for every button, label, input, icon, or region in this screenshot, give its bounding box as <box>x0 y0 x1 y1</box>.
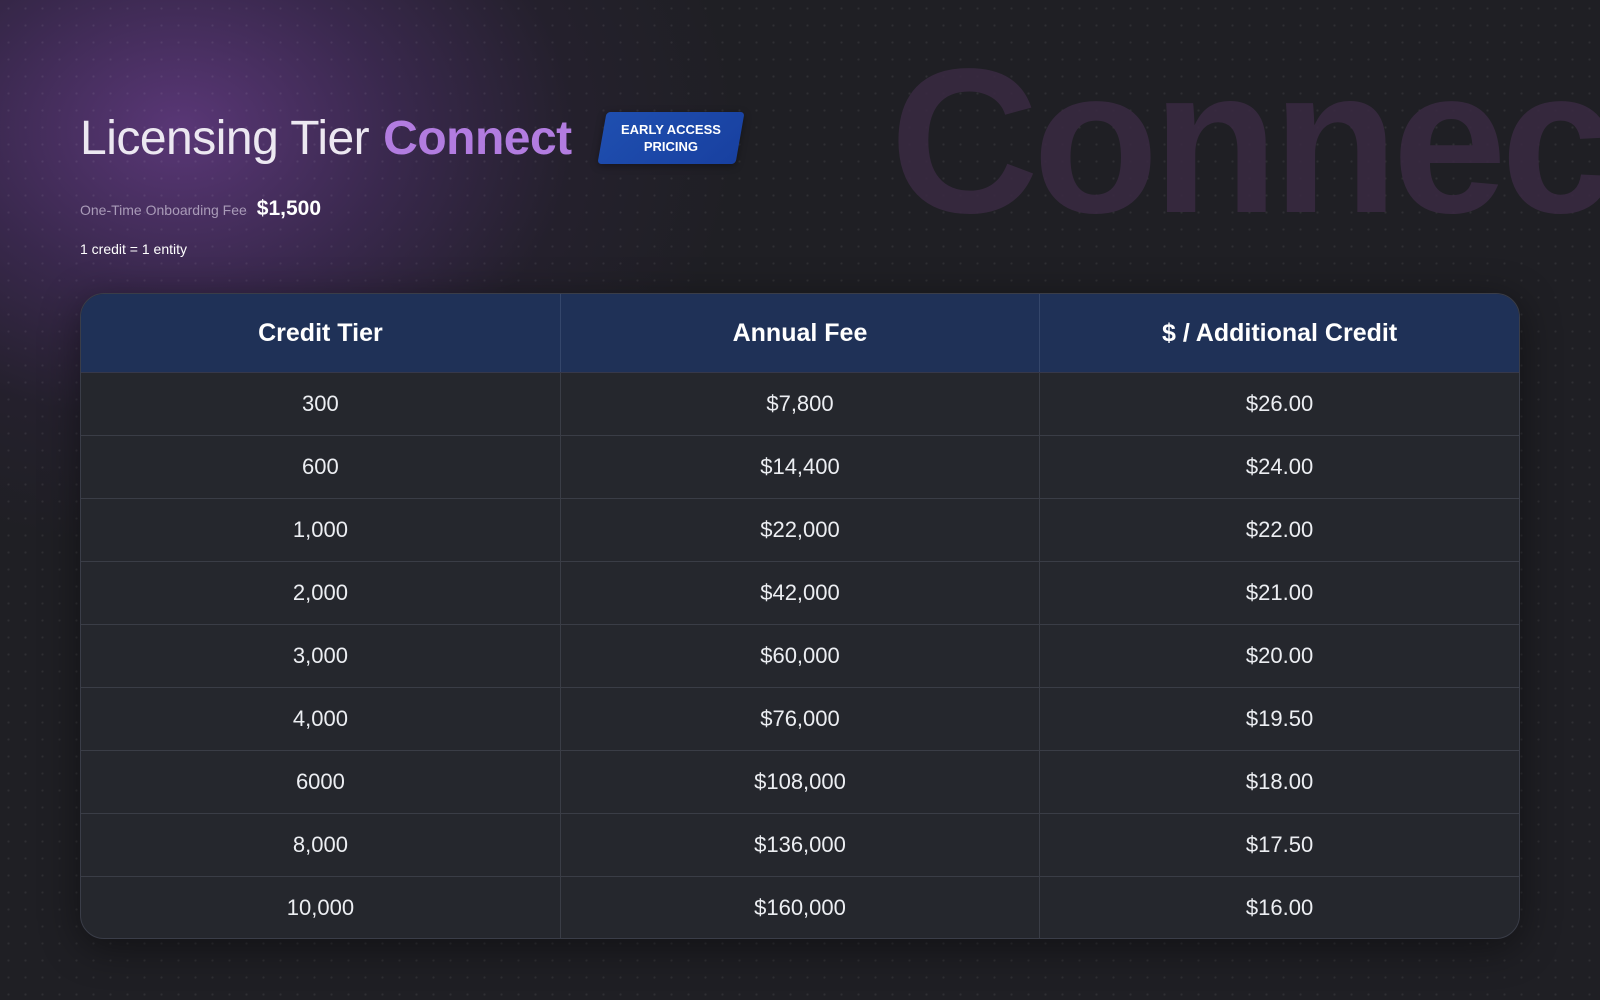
credit-note: 1 credit = 1 entity <box>80 241 188 257</box>
cell-credit-tier: 8,000 <box>81 813 561 877</box>
cell-additional-credit: $18.00 <box>1039 750 1519 814</box>
badge-label: Early Access Pricing <box>621 121 721 155</box>
pricing-table: Credit Tier Annual Fee $ / Additional Cr… <box>81 294 1519 938</box>
cell-additional-credit: $16.00 <box>1039 876 1519 938</box>
table-row: 10,000 $160,000 $16.00 <box>81 876 1519 938</box>
cell-additional-credit: $21.00 <box>1039 561 1519 625</box>
onboarding-fee-value: $1,500 <box>256 197 322 220</box>
cell-annual-fee: $7,800 <box>559 372 1040 436</box>
table-row: 300 $7,800 $26.00 <box>81 372 1519 436</box>
cell-additional-credit: $20.00 <box>1039 624 1519 688</box>
cell-additional-credit: $22.00 <box>1039 498 1519 562</box>
onboarding-fee-label: One-Time Onboarding Fee <box>80 202 247 218</box>
cell-credit-tier: 4,000 <box>81 687 561 751</box>
cell-credit-tier: 1,000 <box>81 498 561 562</box>
cell-annual-fee: $14,400 <box>559 435 1040 499</box>
table-row: 2,000 $42,000 $21.00 <box>81 561 1519 625</box>
cell-annual-fee: $60,000 <box>559 624 1040 688</box>
cell-annual-fee: $22,000 <box>559 498 1040 562</box>
page-header: Licensing Tier Connect Early Access Pric… <box>80 108 745 168</box>
cell-annual-fee: $76,000 <box>559 687 1040 751</box>
header-annual-fee: Annual Fee <box>559 294 1040 373</box>
table-row: 600 $14,400 $24.00 <box>81 435 1519 499</box>
table-header-row: Credit Tier Annual Fee $ / Additional Cr… <box>81 294 1519 373</box>
watermark-text: Connec <box>890 38 1600 244</box>
page-title-accent: Connect <box>383 111 572 165</box>
header-credit-tier: Credit Tier <box>81 294 561 373</box>
table-row: 3,000 $60,000 $20.00 <box>81 624 1519 688</box>
cell-additional-credit: $24.00 <box>1039 435 1519 499</box>
cell-credit-tier: 300 <box>302 391 339 416</box>
table-row: 6000 $108,000 $18.00 <box>81 750 1519 814</box>
cell-additional-credit: $17.50 <box>1039 813 1519 877</box>
cell-credit-tier: 10,000 <box>81 876 561 938</box>
cell-credit-tier: 3,000 <box>81 624 561 688</box>
cell-annual-fee: $108,000 <box>559 750 1040 814</box>
badge-line-1: Early Access <box>620 122 721 137</box>
cell-annual-fee: $136,000 <box>559 813 1040 877</box>
pricing-table-container: Credit Tier Annual Fee $ / Additional Cr… <box>80 293 1520 939</box>
cell-credit-tier: 600 <box>81 435 561 499</box>
cell-additional-credit: $19.50 <box>1039 687 1519 751</box>
cell-credit-tier: 2,000 <box>81 561 561 625</box>
table-row: 1,000 $22,000 $22.00 <box>81 498 1519 562</box>
header-additional-credit: $ / Additional Credit <box>1039 294 1519 373</box>
cell-additional-credit: $26.00 <box>1039 372 1519 436</box>
badge-line-2: Pricing <box>643 139 698 154</box>
table-body: 300 $7,800 $26.00 600 $14,400 $24.00 1,0… <box>81 372 1519 938</box>
table-row: 4,000 $76,000 $19.50 <box>81 687 1519 751</box>
cell-annual-fee: $42,000 <box>559 561 1040 625</box>
early-access-badge: Early Access Pricing <box>597 112 745 164</box>
onboarding-fee: One-Time Onboarding Fee $1,500 <box>80 197 321 221</box>
page-title: Licensing Tier <box>80 111 370 165</box>
table-header: Credit Tier Annual Fee $ / Additional Cr… <box>81 294 1519 373</box>
table-row: 8,000 $136,000 $17.50 <box>81 813 1519 877</box>
cell-annual-fee: $160,000 <box>559 876 1040 938</box>
cell-credit-tier: 6000 <box>81 750 561 814</box>
